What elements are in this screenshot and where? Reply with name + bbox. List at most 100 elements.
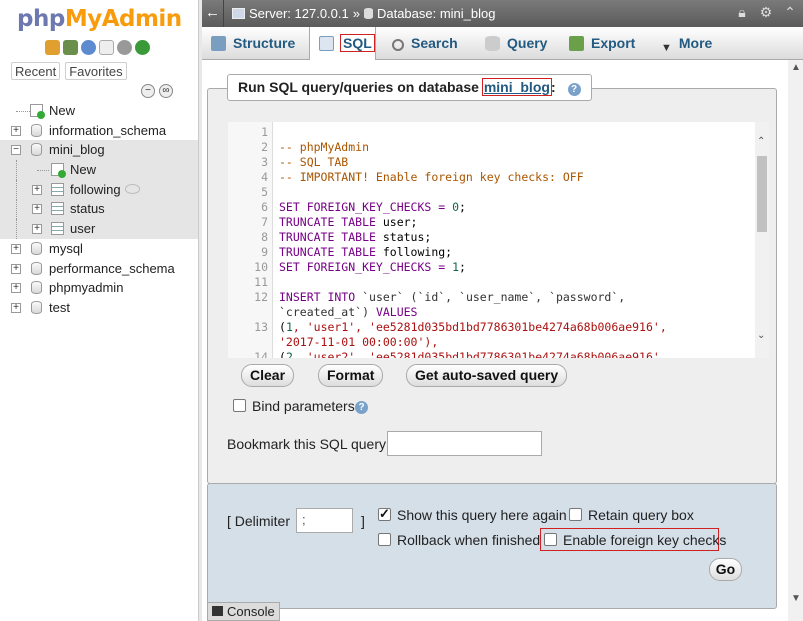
tree-item-phpmyadmin[interactable]: + phpmyadmin [0,278,198,298]
structure-icon [211,36,226,51]
collapse-all-icon[interactable]: − [141,84,155,98]
server-icon [232,8,245,19]
logout-icon[interactable] [63,40,78,55]
tree-item-new[interactable]: New [0,101,198,121]
tree-item-mysql[interactable]: + mysql [0,239,198,259]
export-icon [569,36,584,51]
new-table-icon [51,163,66,179]
tree-item-test[interactable]: + test [0,298,198,318]
query-options-panel: [ Delimiter ; ] Show this query here aga… [207,483,777,609]
bookmark-label: Bookmark this SQL query: [227,436,390,452]
scrollbar-thumb[interactable] [757,156,767,232]
help-icon[interactable]: ? [567,83,581,96]
tree-item-information-schema[interactable]: + information_schema [0,121,198,141]
expand-icon[interactable]: + [32,204,42,215]
foreign-key-checks-checkbox[interactable] [544,533,557,546]
tree-item-status[interactable]: + status [0,199,198,220]
tree-controls: − ∞ [141,84,173,98]
code-line: TRUNCATE TABLE status; [279,230,432,244]
collapse-icon[interactable]: − [11,145,21,156]
search-icon [392,39,404,51]
tab-sql[interactable]: SQL [309,27,376,61]
code-line: SET FOREIGN_KEY_CHECKS = 0; [279,200,466,214]
foreign-key-checks-label: Enable foreign key checks [563,532,727,548]
expand-icon[interactable]: + [11,283,21,294]
scroll-up-icon[interactable]: ⌃ [757,136,765,147]
code-line: INSERT INTO `user` (`id`, `user_name`, `… [279,290,626,304]
page-scrollbar[interactable]: ▲ ▼ [788,60,803,621]
tree-item-mini-blog[interactable]: − mini_blog [0,140,198,161]
database-icon [31,143,42,157]
tab-export[interactable]: Export [560,27,646,60]
rollback-checkbox[interactable] [378,533,391,546]
nav-tabs: Recent Favorites [11,62,127,80]
code-line: -- phpMyAdmin [279,140,370,154]
expand-icon[interactable]: + [11,243,21,254]
help-icon[interactable] [81,40,96,55]
clear-button[interactable]: Clear [241,364,295,387]
expand-icon[interactable]: + [11,125,21,136]
reload-icon[interactable] [135,40,150,55]
expand-icon[interactable]: + [32,224,42,235]
console-toggle[interactable]: Console [207,602,280,621]
foreign-key-checks-option[interactable]: Enable foreign key checks [540,528,726,551]
tab-more[interactable]: ▼ More [652,27,732,60]
home-icon[interactable] [45,40,60,55]
expand-icon[interactable]: + [11,302,21,313]
main-menu-tabs: Structure SQL Search Query Export ▼ More [202,27,803,61]
delimiter-input[interactable]: ; [296,508,353,533]
database-icon [31,241,42,255]
tab-structure[interactable]: Structure [202,27,306,60]
back-arrow-icon[interactable]: ← [202,0,224,27]
chevron-down-icon: ▼ [661,42,672,54]
code-line: -- IMPORTANT! Enable foreign key checks:… [279,170,584,184]
code-line: `created_at`) VALUES [279,305,418,319]
breadcrumb-server[interactable]: Server: 127.0.0.1 [249,6,349,21]
scroll-down-icon[interactable]: ⌄ [757,330,765,341]
recent-tab[interactable]: Recent [11,62,61,80]
go-button[interactable]: Go [709,558,742,581]
hide-eye-icon[interactable] [125,183,140,194]
breadcrumb-bar: ← Server: 127.0.0.1 » Database: mini_blo… [202,0,803,27]
tab-query[interactable]: Query [476,27,556,60]
link-with-main-icon[interactable]: ∞ [159,84,173,98]
show-query-checkbox[interactable] [378,506,391,522]
scroll-down-icon[interactable]: ▼ [791,593,801,604]
bookmark-input[interactable] [387,431,542,456]
code-line: TRUNCATE TABLE user; [279,215,418,229]
scroll-up-icon[interactable]: ▲ [791,62,801,73]
editor-scrollbar[interactable]: ⌃ ⌄ [755,122,769,358]
breadcrumb-database[interactable]: Database: mini_blog [377,6,496,21]
code-line: TRUNCATE TABLE following; [279,245,453,259]
tree-item-user[interactable]: + user [0,219,198,240]
tab-search[interactable]: Search [383,27,469,60]
database-link[interactable]: mini_blog [481,78,552,96]
lock-icon[interactable]: 🔒︎ [735,5,749,20]
expand-icon[interactable]: + [11,263,21,274]
format-button[interactable]: Format [318,364,384,387]
new-database-icon [30,104,45,119]
get-autosaved-query-button[interactable]: Get auto-saved query [406,364,568,387]
help-icon[interactable]: ? [355,401,368,414]
database-icon [31,300,42,314]
topbar-actions: 🔒︎ ⚙ ⌃ [735,5,797,20]
sql-icon [319,36,334,51]
phpmyadmin-logo[interactable]: phpMyAdmin [17,6,182,32]
docs-icon[interactable] [99,40,114,55]
tree-item-following[interactable]: + following [0,179,198,200]
favorites-tab[interactable]: Favorites [65,62,127,80]
gear-icon[interactable]: ⚙ [759,5,773,20]
breadcrumb-separator: » [352,6,360,21]
settings-gear-icon[interactable] [117,40,132,55]
console-icon [212,606,223,616]
table-icon [51,222,64,236]
expand-icon[interactable]: + [32,184,42,195]
bind-parameters-label: Bind parameters [252,398,355,414]
bind-parameters-checkbox[interactable] [233,399,246,412]
sql-editor[interactable]: 1 2 3 4 5 6 7 8 9 10 11 12 13 14 -- phpM… [228,122,769,358]
breadcrumb: Server: 127.0.0.1 » Database: mini_blog [232,6,496,21]
tree-item-new-table[interactable]: New [0,160,198,181]
tree-item-performance-schema[interactable]: + performance_schema [0,259,198,279]
retain-query-box-checkbox[interactable] [569,508,582,521]
collapse-top-icon[interactable]: ⌃ [783,5,797,20]
